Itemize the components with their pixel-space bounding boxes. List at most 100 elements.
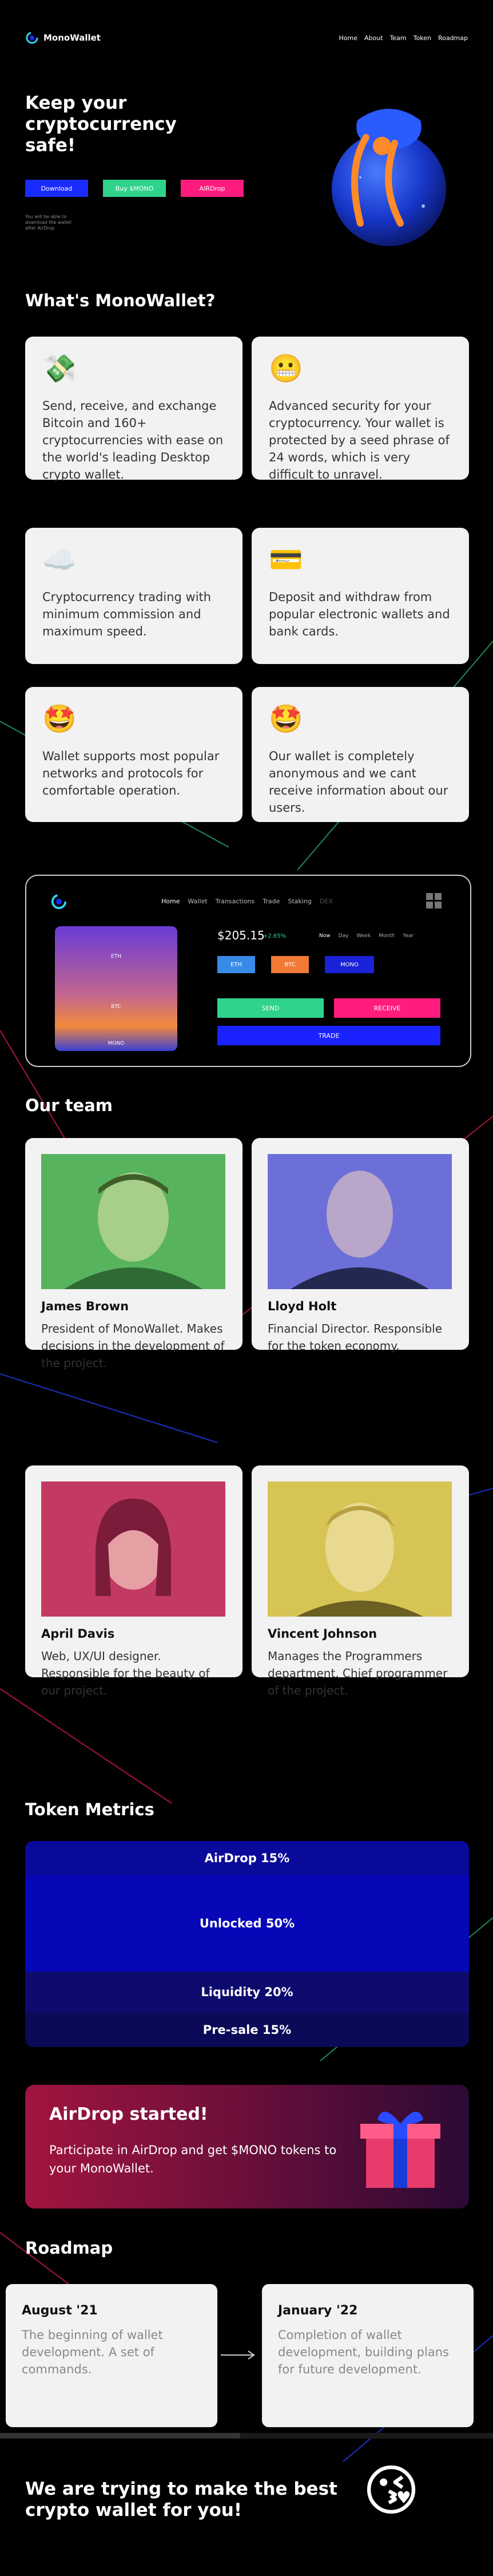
member-role: Web, UX/UI designer. Responsible for the… [41,1649,210,1697]
app-nav: Home Wallet Transactions Trade Staking D… [161,898,333,905]
period-now[interactable]: Now [319,933,331,939]
balance-change: +2.65% [263,933,287,939]
nav-link-team[interactable]: Team [390,34,407,42]
roadmap-title: Roadmap [25,2238,113,2258]
balance: $205.15 [217,929,265,942]
nav-links: Home About Team Token Roadmap [339,34,468,42]
roadmap-card: August '21 The beginning of wallet devel… [6,2284,217,2427]
footer-title: We are trying to make the best crypto wa… [25,2479,337,2520]
nav-link-roadmap[interactable]: Roadmap [438,34,468,42]
wallet-illustration [332,109,446,246]
brand[interactable]: MonoWallet [25,31,101,45]
member-role: Manages the Programmers department. Chie… [268,1649,448,1697]
feature-card: 🤩 Wallet supports most popular networks … [25,687,242,822]
metric-presale: Pre-sale 15% [25,2013,469,2047]
period-week[interactable]: Week [356,933,371,939]
member-name: Lloyd Holt [268,1299,337,1313]
member-name: Vincent Johnson [268,1627,377,1641]
nav-link-token[interactable]: Token [414,34,431,42]
trade-button[interactable]: TRADE [217,1026,440,1045]
logo-icon [26,31,38,44]
period-month[interactable]: Month [379,933,395,939]
hero-title: Keep your cryptocurrency safe! [25,93,231,156]
kiss-emoji-icon: 😘 [363,2459,420,2523]
token-buttons: ETH BTC MONO [217,956,374,973]
portfolio-bar: ETH BTC MONO [55,926,177,1051]
app-nav-home[interactable]: Home [161,898,180,905]
bar-label-eth: ETH [111,954,121,959]
hero-buttons: Download Buy $MONO AIRDrop [25,180,244,197]
feature-card: ☁️ Cryptocurrency trading with minimum c… [25,528,242,664]
person-icon [291,1171,429,1289]
feature-card: 🤩 Our wallet is completely anonymous and… [252,687,469,822]
star-struck-icon: 🤩 [269,703,303,735]
top-nav: MonoWallet Home About Team Token Roadmap [25,26,468,49]
app-nav-transactions[interactable]: Transactions [216,898,255,905]
airdrop-banner[interactable]: AirDrop started! Participate in AirDrop … [25,2085,469,2208]
airdrop-button[interactable]: AIRDrop [181,180,244,197]
metric-airdrop: AirDrop 15% [25,1841,469,1875]
gift-icon [360,2111,440,2188]
airdrop-title: AirDrop started! [49,2104,208,2124]
logo-icon [51,894,67,910]
metric-liquidity: Liquidity 20% [25,1971,469,2013]
app-nav-dex[interactable]: DEX [320,898,333,905]
person-icon [296,1503,423,1617]
roadmap-date: January '22 [278,2304,358,2318]
hero-title-line: cryptocurrency [25,114,177,135]
person-icon [96,1499,171,1596]
bar-label-mono: MONO [108,1041,125,1046]
receive-button[interactable]: RECEIVE [334,998,440,1018]
member-photo [268,1481,452,1617]
nav-link-about[interactable]: About [364,34,383,42]
bar-label-btc: BTC [111,1004,121,1010]
send-button[interactable]: SEND [217,998,324,1018]
metrics-title: Token Metrics [25,1800,154,1819]
team-card: Vincent Johnson Manages the Programmers … [252,1465,469,1697]
token-btc-button[interactable]: BTC [271,956,309,973]
team-card: James Brown President of MonoWallet. Mak… [25,1138,242,1370]
member-name: James Brown [41,1299,129,1313]
download-button[interactable]: Download [25,180,88,197]
app-nav-trade[interactable]: Trade [263,898,280,905]
roadmap-card: January '22 Completion of wallet develop… [262,2284,474,2427]
period-tabs: Now Day Week Month Year [319,933,414,939]
roadmap-scrollbar[interactable] [0,2433,493,2439]
feature-text: Send, receive, and exchange Bitcoin and … [42,399,224,481]
nav-link-home[interactable]: Home [339,34,357,42]
period-year[interactable]: Year [403,933,414,939]
team-card: April Davis Web, UX/UI designer. Respons… [25,1465,242,1697]
arrow-right-icon [221,2350,255,2360]
scrollbar-thumb[interactable] [0,2433,240,2439]
token-mono-button[interactable]: MONO [325,956,374,973]
feature-card: 😬 Advanced security for your cryptocurre… [252,337,469,481]
feature-text: Wallet supports most popular networks an… [42,749,220,797]
feature-text: Advanced security for your cryptocurrenc… [269,399,450,481]
grid-menu-icon[interactable] [426,893,442,908]
airdrop-text: Participate in AirDrop and get $MONO tok… [49,2143,337,2175]
app-nav-wallet[interactable]: Wallet [188,898,207,905]
feature-card: 💳 Deposit and withdraw from popular elec… [252,528,469,664]
feature-card: 💸 Send, receive, and exchange Bitcoin an… [25,337,242,481]
feature-text: Our wallet is completely anonymous and w… [269,749,448,815]
app-preview: Home Wallet Transactions Trade Staking D… [25,875,471,1067]
roadmap-text: Completion of wallet development, buildi… [278,2328,449,2376]
star-struck-icon: 🤩 [42,703,77,735]
member-photo [41,1481,225,1617]
hero-title-line: Keep your [25,93,127,113]
member-role: President of MonoWallet. Makes decisions… [41,1322,225,1370]
token-eth-button[interactable]: ETH [217,956,255,973]
brand-name: MonoWallet [43,33,101,43]
team-card: Lloyd Holt Financial Director. Responsib… [252,1138,469,1353]
hero-note: You will be able to download the wallet … [25,214,71,231]
about-title: What's MonoWallet? [25,291,216,310]
member-name: April Davis [41,1627,115,1641]
hero-title-line: safe! [25,135,76,156]
metric-unlocked: Unlocked 50% [25,1875,469,1971]
app-nav-staking[interactable]: Staking [288,898,311,905]
member-role: Financial Director. Responsible for the … [268,1322,443,1353]
buy-mono-button[interactable]: Buy $MONO [103,180,166,197]
grimace-icon: 😬 [269,353,303,385]
feature-text: Cryptocurrency trading with minimum comm… [42,590,212,638]
period-day[interactable]: Day [339,933,349,939]
